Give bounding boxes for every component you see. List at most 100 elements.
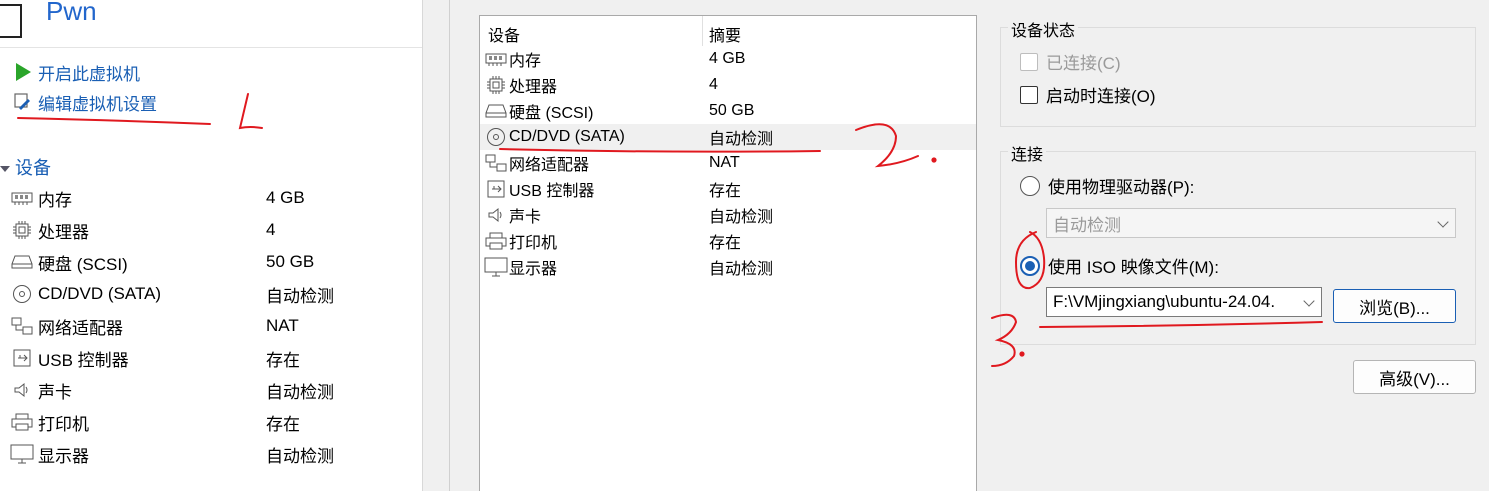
physical-drive-label: 使用物理驱动器(P): — [1048, 178, 1195, 197]
hard-disk-icon — [483, 100, 509, 122]
row-summary: 4 GB — [709, 50, 746, 67]
table-row[interactable]: 网络适配器 NAT — [480, 150, 976, 176]
row-device-name: 显示器 — [509, 261, 558, 278]
device-row-processor[interactable]: 处理器 4 — [10, 215, 410, 245]
device-name: 内存 — [38, 190, 72, 210]
physical-drive-select: 自动检测 — [1046, 208, 1456, 238]
device-value: 自动检测 — [266, 446, 334, 466]
vm-header: Pwn — [0, 0, 422, 48]
panel-splitter[interactable] — [422, 0, 450, 491]
row-summary: 存在 — [709, 235, 742, 252]
device-value: NAT — [266, 316, 299, 335]
connect-on-power-label: 启动时连接(O) — [1046, 87, 1156, 106]
device-row-sound-card[interactable]: 声卡 自动检测 — [10, 375, 410, 405]
row-device-name: 打印机 — [509, 235, 558, 252]
handwritten-3-dot — [1019, 351, 1025, 357]
chevron-down-icon — [1437, 216, 1449, 228]
device-value: 4 GB — [266, 188, 305, 207]
iso-file-label: 使用 ISO 映像文件(M): — [1048, 258, 1219, 277]
device-name: USB 控制器 — [38, 350, 129, 370]
device-row-cd-dvd[interactable]: CD/DVD (SATA) 自动检测 — [10, 279, 410, 309]
row-device-name: CD/DVD (SATA) — [509, 128, 625, 145]
vm-title: Pwn — [46, 0, 97, 26]
chevron-down-icon[interactable] — [1303, 295, 1315, 307]
processor-icon — [10, 219, 34, 241]
row-device-name: 处理器 — [509, 79, 558, 96]
table-row[interactable]: 硬盘 (SCSI) 50 GB — [480, 98, 976, 124]
advanced-button[interactable]: 高级(V)... — [1353, 360, 1476, 394]
iso-file-radio[interactable]: 使用 ISO 映像文件(M): — [1020, 253, 1219, 278]
radio-circle — [1020, 175, 1040, 196]
device-name: 声卡 — [38, 382, 72, 402]
iso-path-value: F:\VMjingxiang\ubuntu-24.04. — [1053, 292, 1276, 311]
memory-icon — [483, 48, 509, 70]
table-header: 设备 摘要 — [480, 16, 976, 46]
printer-icon — [483, 230, 509, 252]
row-device-name: 网络适配器 — [509, 157, 590, 174]
network-adapter-icon — [10, 315, 34, 337]
device-status-title: 设备状态 — [1008, 17, 1079, 41]
hardware-device-list: 设备 摘要 内存 4 GB 处理器 4 硬盘 (SCSI) 50 GB CD/D… — [479, 15, 977, 491]
column-separator[interactable] — [702, 16, 703, 46]
browse-button[interactable]: 浏览(B)... — [1333, 289, 1456, 323]
device-row-memory[interactable]: 内存 4 GB — [10, 183, 410, 213]
device-name: 处理器 — [38, 222, 89, 242]
table-row[interactable]: 声卡 自动检测 — [480, 202, 976, 228]
display-icon — [10, 443, 34, 465]
table-row[interactable]: 处理器 4 — [480, 72, 976, 98]
table-row[interactable]: 显示器 自动检测 — [480, 254, 976, 280]
row-device-name: 声卡 — [509, 209, 542, 226]
device-value: 自动检测 — [266, 382, 334, 402]
device-name: 显示器 — [38, 446, 89, 466]
vm-summary-panel: Pwn 开启此虚拟机 编辑虚拟机设置 设备 内存 4 GB 处理器 4 硬盘 (… — [0, 0, 422, 491]
vm-icon — [0, 4, 22, 38]
connected-checkbox: 已连接(C) — [1020, 49, 1121, 74]
edit-vm-settings-link[interactable]: 编辑虚拟机设置 — [12, 89, 157, 115]
sound-card-icon — [10, 379, 34, 401]
cd-dvd-icon — [10, 283, 34, 305]
column-header-device[interactable]: 设备 — [488, 22, 520, 46]
device-status-group — [1000, 27, 1476, 127]
device-row-usb[interactable]: USB 控制器 存在 — [10, 343, 410, 373]
iso-path-input[interactable]: F:\VMjingxiang\ubuntu-24.04. — [1046, 287, 1322, 317]
device-row-network-adapter[interactable]: 网络适配器 NAT — [10, 311, 410, 341]
device-value: 50 GB — [266, 252, 315, 271]
row-summary: 4 — [709, 76, 718, 93]
row-summary: 自动检测 — [709, 131, 774, 148]
vmware-window: Pwn 开启此虚拟机 编辑虚拟机设置 设备 内存 4 GB 处理器 4 硬盘 (… — [0, 0, 1489, 491]
checkbox-box — [1020, 85, 1038, 104]
network-adapter-icon — [483, 152, 509, 174]
power-on-vm-link[interactable]: 开启此虚拟机 — [12, 59, 140, 85]
row-summary: 50 GB — [709, 102, 755, 119]
table-row[interactable]: USB 控制器 存在 — [480, 176, 976, 202]
row-device-name: USB 控制器 — [509, 183, 595, 200]
device-value: 自动检测 — [266, 286, 334, 306]
devices-section-title: 设备 — [15, 158, 51, 178]
cd-dvd-icon — [483, 126, 509, 148]
sound-card-icon — [483, 204, 509, 226]
usb-icon — [483, 178, 509, 200]
physical-drive-radio[interactable]: 使用物理驱动器(P): — [1020, 173, 1194, 198]
device-row-display[interactable]: 显示器 自动检测 — [10, 439, 410, 469]
device-value: 存在 — [266, 414, 300, 434]
edit-vm-settings-label: 编辑虚拟机设置 — [38, 94, 157, 114]
device-name: 网络适配器 — [38, 318, 123, 338]
panel-divider — [449, 0, 450, 491]
table-row-selected[interactable]: CD/DVD (SATA) 自动检测 — [480, 124, 976, 150]
device-value: 4 — [266, 220, 276, 239]
table-row[interactable]: 打印机 存在 — [480, 228, 976, 254]
row-device-name: 内存 — [509, 53, 542, 70]
memory-icon — [10, 187, 34, 209]
column-header-summary[interactable]: 摘要 — [709, 22, 741, 46]
device-row-printer[interactable]: 打印机 存在 — [10, 407, 410, 437]
device-name: CD/DVD (SATA) — [38, 284, 162, 303]
devices-section-header[interactable]: 设备 — [0, 154, 51, 180]
connection-title: 连接 — [1008, 141, 1047, 165]
device-row-hard-disk[interactable]: 硬盘 (SCSI) 50 GB — [10, 247, 410, 277]
power-on-vm-label: 开启此虚拟机 — [38, 64, 140, 84]
device-value: 存在 — [266, 350, 300, 370]
play-icon — [12, 61, 34, 83]
table-row[interactable]: 内存 4 GB — [480, 46, 976, 72]
printer-icon — [10, 411, 34, 433]
connect-on-power-checkbox[interactable]: 启动时连接(O) — [1020, 82, 1156, 107]
